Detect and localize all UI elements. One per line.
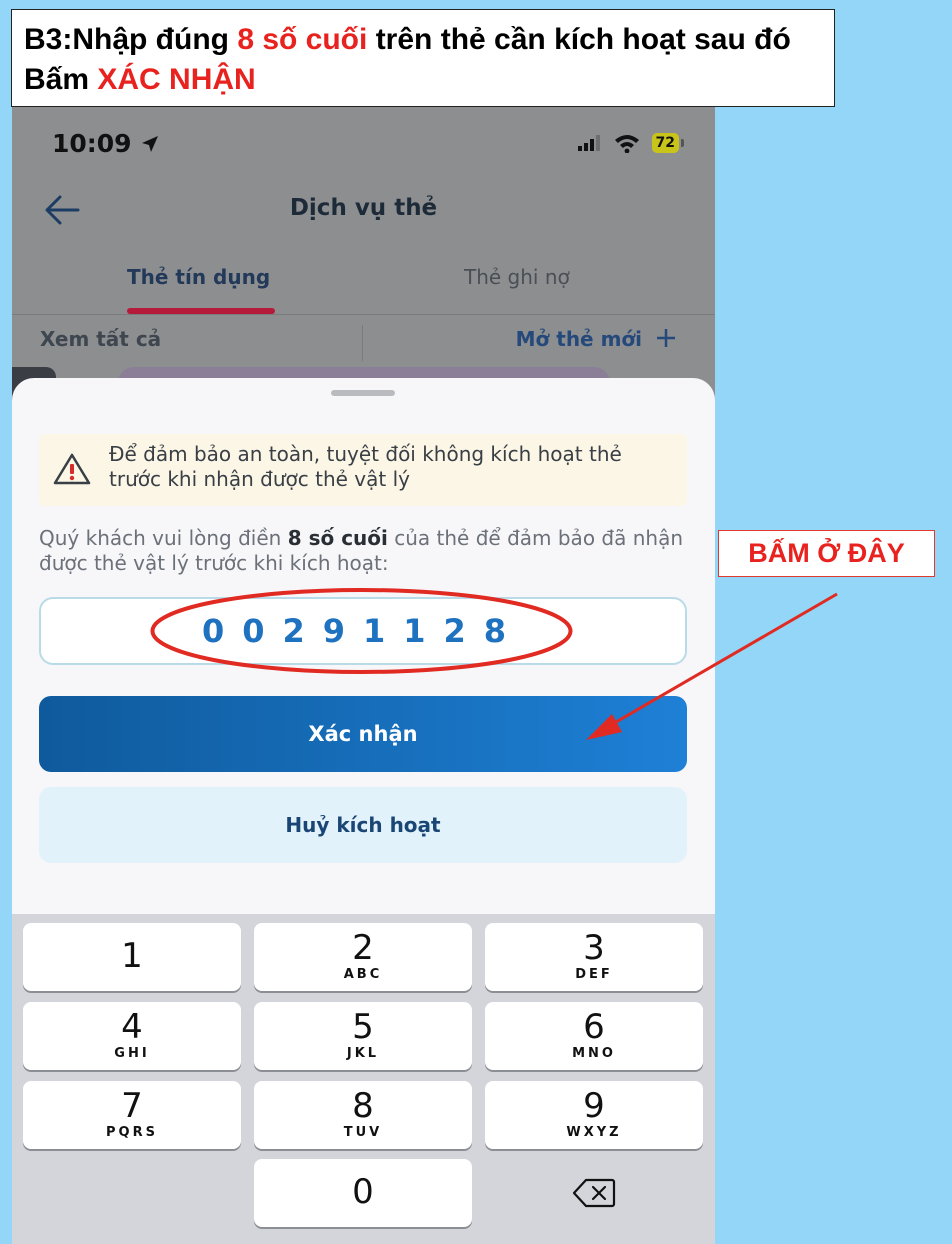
key-letters: TUV: [343, 1125, 383, 1140]
tab-divider: [12, 314, 715, 315]
key-7[interactable]: 7 PQRS: [23, 1081, 241, 1149]
backspace-key[interactable]: [485, 1159, 703, 1227]
warning-text: Để đảm bảo an toàn, tuyệt đối không kích…: [109, 442, 622, 491]
phone-screen: 10:09 72 Dịch vụ thẻ Thẻ tín dụng Thẻ gh…: [12, 107, 715, 1244]
highlight-ellipse: [150, 588, 573, 674]
key-6[interactable]: 6 MNO: [485, 1002, 703, 1070]
key-3[interactable]: 3 DEF: [485, 923, 703, 991]
key-letters: WXYZ: [566, 1125, 622, 1140]
safety-warning: Để đảm bảo an toàn, tuyệt đối không kích…: [39, 434, 687, 506]
status-time: 10:09: [52, 129, 160, 158]
numeric-keypad: 1 2 ABC 3 DEF 4 GHI 5 JKL 6 MNO 7 PQRS 8 TUV 9W…: [12, 914, 715, 1244]
description-part: Quý khách vui lòng điền: [39, 526, 288, 550]
tab-debit-card[interactable]: Thẻ ghi nợ: [464, 265, 570, 289]
page-title: Dịch vụ thẻ: [289, 195, 438, 221]
key-digit: 2: [352, 928, 374, 968]
confirm-button[interactable]: Xác nhận: [39, 696, 687, 772]
instruction-text: Quý khách vui lòng điền 8 số cuối của th…: [39, 526, 689, 576]
key-4[interactable]: 4 GHI: [23, 1002, 241, 1070]
wifi-icon: [614, 135, 639, 153]
key-digit: 9: [583, 1086, 605, 1126]
vertical-divider: [362, 325, 363, 361]
sheet-drag-handle[interactable]: [331, 390, 395, 396]
key-2[interactable]: 2 ABC: [254, 923, 472, 991]
key-digit: 6: [583, 1007, 605, 1047]
cancel-activation-button[interactable]: Huỷ kích hoạt: [39, 787, 687, 863]
activation-bottom-sheet: Để đảm bảo an toàn, tuyệt đối không kích…: [12, 378, 715, 918]
key-letters: DEF: [575, 967, 613, 982]
click-here-callout: BẤM Ở ĐÂY: [718, 530, 935, 577]
instruction-prefix: B3:Nhập đúng: [24, 23, 238, 56]
open-new-card-button[interactable]: Mở thẻ mới: [516, 327, 677, 351]
instruction-highlight-digits: 8 số cuối: [237, 23, 368, 56]
key-digit: 8: [352, 1086, 374, 1126]
instruction-banner: B3:Nhập đúng 8 số cuối trên thẻ cần kích…: [11, 9, 835, 107]
key-8[interactable]: 8 TUV: [254, 1081, 472, 1149]
description-bold: 8 số cuối: [287, 526, 388, 550]
key-digit: 7: [121, 1086, 143, 1126]
plus-icon: [657, 329, 675, 347]
warning-triangle-icon: [53, 453, 91, 485]
status-time-text: 10:09: [52, 129, 132, 158]
status-icons: 72: [577, 133, 685, 153]
key-5[interactable]: 5 JKL: [254, 1002, 472, 1070]
key-digit: 1: [121, 936, 143, 976]
key-digit: 3: [583, 928, 605, 968]
key-letters: GHI: [114, 1046, 150, 1061]
key-digit: 4: [121, 1007, 143, 1047]
key-digit: 0: [352, 1172, 374, 1212]
battery-icon: 72: [651, 133, 685, 153]
open-new-card-label: Mở thẻ mới: [515, 327, 643, 351]
key-1[interactable]: 1: [23, 923, 241, 991]
key-letters: MNO: [572, 1046, 616, 1061]
key-letters: PQRS: [106, 1125, 158, 1140]
key-9[interactable]: 9 WXYZ: [485, 1081, 703, 1149]
view-all-link[interactable]: Xem tất cả: [40, 327, 161, 351]
location-arrow-icon: [142, 136, 159, 152]
key-letters: JKL: [346, 1046, 380, 1061]
signal-icon: [577, 135, 600, 151]
key-digit: 5: [352, 1007, 374, 1047]
instruction-highlight-confirm: XÁC NHẬN: [97, 63, 256, 96]
key-0[interactable]: 0: [254, 1159, 472, 1227]
backspace-icon: [572, 1178, 616, 1208]
tab-credit-card[interactable]: Thẻ tín dụng: [127, 265, 270, 289]
key-letters: ABC: [343, 967, 383, 982]
